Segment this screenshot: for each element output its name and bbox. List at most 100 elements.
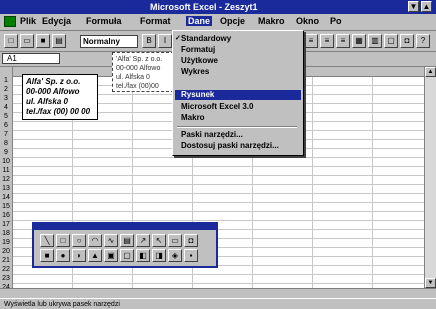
arc-tool-icon[interactable]: ◠ — [88, 234, 102, 247]
row-header-label[interactable]: 16 — [0, 212, 12, 219]
row-header-label[interactable]: 4 — [0, 104, 12, 111]
filled-arc-tool-icon[interactable]: ◗ — [72, 249, 86, 262]
title-bar[interactable]: Microsoft Excel - Zeszyt1 ▼ ▲ — [0, 0, 436, 14]
textbox-icon[interactable]: ▢ — [384, 34, 398, 48]
row-header-label[interactable]: 17 — [0, 221, 12, 228]
row-header-label[interactable]: 19 — [0, 239, 12, 246]
textbox-line: 'Alfa' Sp. z o.o. — [116, 56, 163, 63]
style-select[interactable]: Normalny — [80, 35, 138, 48]
camera-tool-icon[interactable]: ◘ — [184, 234, 198, 247]
arrow-tool-icon[interactable]: ↗ — [136, 234, 150, 247]
row-header-label[interactable]: 13 — [0, 185, 12, 192]
toolbar-submenu: Standardowy Formatuj Użytkowe Wykres Rys… — [172, 30, 304, 156]
italic-icon[interactable]: I — [158, 34, 172, 48]
excel-window: Microsoft Excel - Zeszyt1 ▼ ▲ Plik Edycj… — [0, 0, 436, 309]
menu-pomoc[interactable]: Po — [330, 16, 342, 26]
row-header-label[interactable]: 3 — [0, 95, 12, 102]
name-box[interactable]: A1 — [2, 53, 60, 64]
borders-icon[interactable]: ▦ — [352, 34, 366, 48]
maximize-button[interactable]: ▲ — [421, 1, 432, 12]
line-tool-icon[interactable]: ╲ — [40, 234, 54, 247]
send-back-tool-icon[interactable]: ◨ — [152, 249, 166, 262]
menu-item-uzytkowe[interactable]: Użytkowe — [175, 56, 301, 66]
menu-separator — [177, 126, 297, 128]
row-header-label[interactable]: 18 — [0, 230, 12, 237]
menu-item-formatuj[interactable]: Formatuj — [175, 45, 301, 55]
ungroup-tool-icon[interactable]: ▢ — [120, 249, 134, 262]
menu-bar: Plik Edycja Formuła Format Dane Opcje Ma… — [0, 14, 436, 31]
menu-okno[interactable]: Okno — [296, 16, 319, 26]
open-file-icon[interactable]: ▭ — [20, 34, 34, 48]
filled-rect-tool-icon[interactable]: ■ — [40, 249, 54, 262]
menu-item-dostosuj[interactable]: Dostosuj paski narzędzi... — [175, 141, 301, 151]
reshape-tool-icon[interactable]: ◈ — [168, 249, 182, 262]
save-icon[interactable]: ■ — [36, 34, 50, 48]
row-header-label[interactable]: 5 — [0, 113, 12, 120]
group-tool-icon[interactable]: ▣ — [104, 249, 118, 262]
button-tool-icon[interactable]: ▭ — [168, 234, 182, 247]
row-header-label[interactable]: 20 — [0, 248, 12, 255]
textbox-line: ul. Alfska 0 — [116, 74, 150, 81]
row-header-label[interactable]: 14 — [0, 194, 12, 201]
menu-plik[interactable]: Plik — [20, 16, 36, 26]
select-tool-icon[interactable]: ↖ — [152, 234, 166, 247]
menu-item-rysunek[interactable]: Rysunek — [175, 90, 301, 100]
new-file-icon[interactable]: □ — [4, 34, 18, 48]
filled-ellipse-tool-icon[interactable]: ● — [56, 249, 70, 262]
row-header-label[interactable]: 12 — [0, 176, 12, 183]
print-icon[interactable]: ▤ — [52, 34, 66, 48]
scroll-up-icon[interactable]: ▲ — [425, 67, 436, 77]
scroll-down-icon[interactable]: ▼ — [425, 278, 436, 288]
row-header-label[interactable]: 2 — [0, 86, 12, 93]
vertical-scrollbar[interactable]: ▲ ▼ — [424, 67, 436, 288]
textbox-line: 00-000 Alfowo — [26, 87, 80, 96]
menu-formula[interactable]: Formuła — [86, 16, 122, 26]
window-title: Microsoft Excel - Zeszyt1 — [150, 2, 258, 12]
row-header-label[interactable]: 7 — [0, 131, 12, 138]
align-center-icon[interactable]: ≡ — [320, 34, 334, 48]
textbox-line: tel./fax (00) 00 00 — [26, 107, 91, 116]
row-header-label[interactable]: 8 — [0, 140, 12, 147]
menu-item-wykres[interactable]: Wykres — [175, 67, 301, 77]
row-header-label[interactable]: 23 — [0, 275, 12, 282]
excel-doc-icon[interactable] — [4, 16, 16, 27]
minimize-button[interactable]: ▼ — [408, 1, 419, 12]
shadow-tool-icon[interactable]: ▪ — [184, 249, 198, 262]
row-header-label[interactable]: 9 — [0, 149, 12, 156]
align-right-icon[interactable]: ≡ — [336, 34, 350, 48]
rectangle-tool-icon[interactable]: □ — [56, 234, 70, 247]
menu-item-excel3[interactable]: Microsoft Excel 3.0 — [175, 102, 301, 112]
menu-item-makro[interactable]: Makro — [175, 113, 301, 123]
menu-item-paski[interactable]: Paski narzędzi... — [175, 130, 301, 140]
address-textbox-copy[interactable]: 'Alfa' Sp. z o.o. 00-000 Alfowo ul. Alfs… — [112, 52, 174, 92]
camera-icon[interactable]: ◘ — [400, 34, 414, 48]
textbox-tool-icon[interactable]: ▤ — [120, 234, 134, 247]
freeform-tool-icon[interactable]: ∿ — [104, 234, 118, 247]
row-header-label[interactable]: 11 — [0, 167, 12, 174]
menu-item-standardowy[interactable]: Standardowy — [175, 34, 301, 44]
chart-icon[interactable]: ▥ — [368, 34, 382, 48]
bring-front-tool-icon[interactable]: ◧ — [136, 249, 150, 262]
address-textbox[interactable]: Alfa' Sp. z o.o. 00-000 Alfowo ul. Alfsk… — [22, 74, 98, 120]
row-header-label[interactable]: 10 — [0, 158, 12, 165]
row-header-label[interactable]: 21 — [0, 257, 12, 264]
status-bar: Wyświetla lub ukrywa pasek narzędzi — [0, 298, 436, 309]
drawing-toolbar-titlebar[interactable] — [34, 224, 216, 230]
row-header-label[interactable]: 22 — [0, 266, 12, 273]
row-header-label[interactable]: 15 — [0, 203, 12, 210]
filled-freeform-tool-icon[interactable]: ▲ — [88, 249, 102, 262]
menu-makro[interactable]: Makro — [258, 16, 285, 26]
textbox-line: 00-000 Alfowo — [116, 65, 161, 72]
row-header-label[interactable]: 6 — [0, 122, 12, 129]
bold-icon[interactable]: B — [142, 34, 156, 48]
help-icon[interactable]: ? — [416, 34, 430, 48]
drawing-toolbar[interactable]: ╲ □ ○ ◠ ∿ ▤ ↗ ↖ ▭ ◘ ■ ● ◗ ▲ ▣ ▢ ◧ ◨ ◈ ▪ — [32, 222, 218, 268]
menu-edycja[interactable]: Edycja — [42, 16, 71, 26]
ellipse-tool-icon[interactable]: ○ — [72, 234, 86, 247]
row-header-label[interactable]: 1 — [0, 77, 12, 84]
align-left-icon[interactable]: ≡ — [304, 34, 318, 48]
menu-opcje[interactable]: Opcje — [220, 16, 245, 26]
row-headers[interactable]: 1234567891011121314151617181920212223242… — [0, 67, 13, 300]
menu-dane[interactable]: Dane — [186, 16, 213, 26]
menu-format[interactable]: Format — [140, 16, 171, 26]
